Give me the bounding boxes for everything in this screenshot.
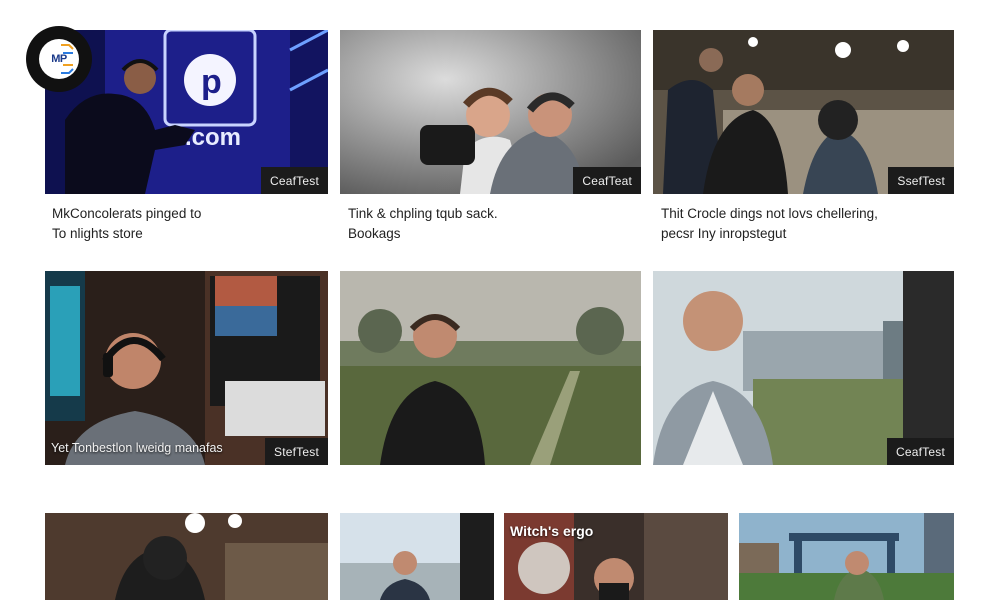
caption-line: MkConcolerats pinged to xyxy=(52,206,202,221)
video-card[interactable]: Yet Tonbestlon lweidg manafas StefTest xyxy=(45,271,328,465)
caption-line: To nlights store xyxy=(52,226,143,241)
channel-badge: CeafTest xyxy=(887,438,954,465)
video-card[interactable]: SsefTest xyxy=(653,30,954,194)
video-card[interactable] xyxy=(340,271,641,465)
video-caption[interactable]: Tink & chpling tqub sack. Bookags xyxy=(348,204,638,244)
channel-badge: StefTest xyxy=(265,438,328,465)
video-thumbnail xyxy=(340,271,641,465)
video-card[interactable] xyxy=(739,513,954,600)
video-caption[interactable]: Thit Crocle dings not lovs chellering, p… xyxy=(661,204,951,244)
channel-badge: CeafTest xyxy=(261,167,328,194)
caption-line: Bookags xyxy=(348,226,401,241)
video-thumbnail xyxy=(45,513,328,600)
svg-text:p: p xyxy=(201,63,222,101)
channel-badge: SsefTest xyxy=(888,167,954,194)
video-card[interactable]: CeafTeat xyxy=(340,30,641,194)
caption-line: pecsr Iny inropstegut xyxy=(661,226,787,241)
svg-text:.com: .com xyxy=(185,124,241,151)
video-card[interactable]: CeafTest xyxy=(653,271,954,465)
caption-line: Thit Crocle dings not lovs chellering, xyxy=(661,206,878,221)
video-thumbnail xyxy=(739,513,954,600)
video-caption[interactable]: MkConcolerats pinged to To nlights store xyxy=(52,204,342,244)
video-thumbnail xyxy=(653,271,954,465)
caption-line: Tink & chpling tqub sack. xyxy=(348,206,498,221)
brand-logo[interactable]: MP xyxy=(26,26,92,92)
logo-badge: MP xyxy=(39,39,79,79)
overlay-caption: Yet Tonbestlon lweidg manafas xyxy=(51,441,223,455)
video-thumbnail xyxy=(340,513,494,600)
video-card[interactable] xyxy=(45,513,328,600)
overlay-caption: Witch's ergo xyxy=(510,523,594,539)
video-thumbnail xyxy=(45,271,328,465)
circuit-icon xyxy=(61,44,74,74)
video-card[interactable] xyxy=(340,513,494,600)
video-card[interactable]: Witch's ergo xyxy=(504,513,728,600)
channel-badge: CeafTeat xyxy=(573,167,641,194)
